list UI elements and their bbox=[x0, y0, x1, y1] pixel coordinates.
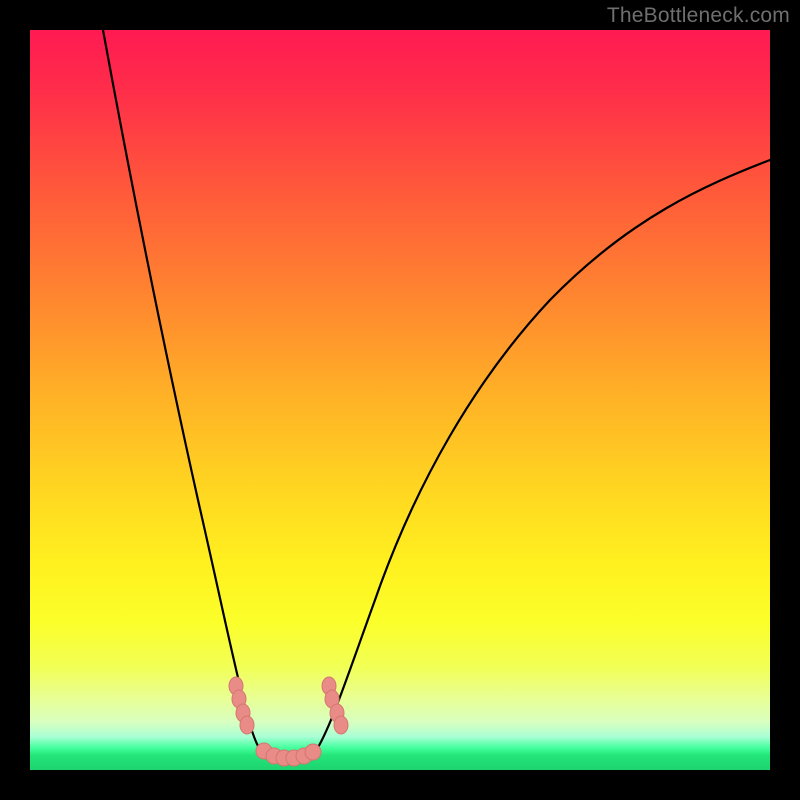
curve-left-branch bbox=[103, 30, 262, 752]
curve-layer bbox=[30, 30, 770, 770]
bead-marker bbox=[240, 716, 254, 734]
watermark-text: TheBottleneck.com bbox=[607, 4, 790, 28]
plot-area bbox=[30, 30, 770, 770]
curve-right-branch bbox=[314, 160, 770, 754]
bead-marker bbox=[305, 744, 321, 760]
chart-frame: TheBottleneck.com bbox=[0, 0, 800, 800]
bead-marker bbox=[334, 716, 348, 734]
